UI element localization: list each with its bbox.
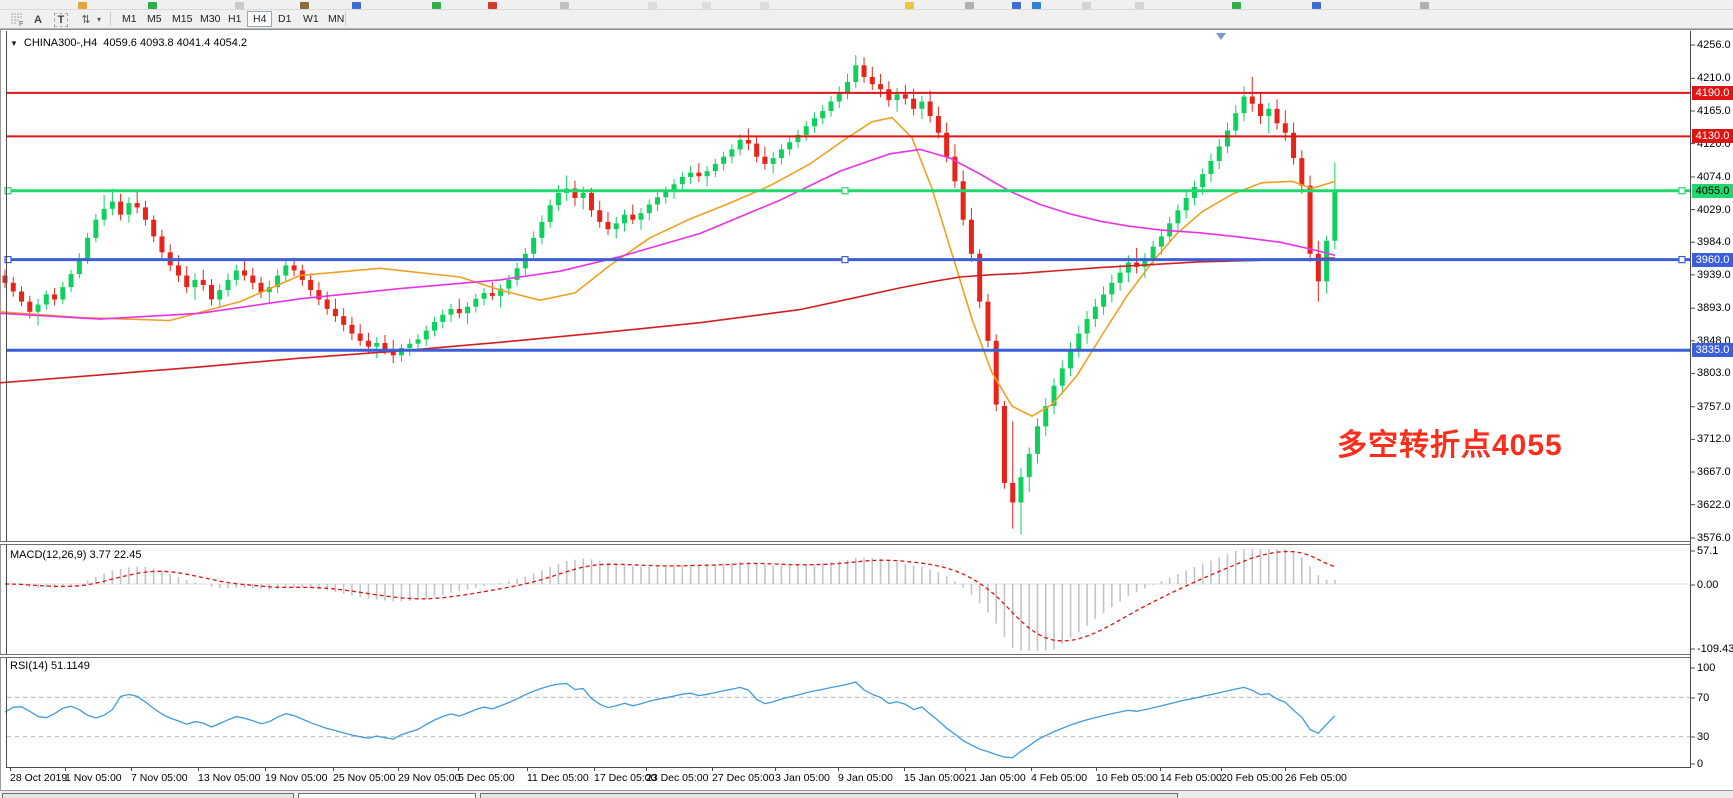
chart-shift-marker-icon[interactable] xyxy=(1216,33,1226,40)
price-tick-label: 4210.0 xyxy=(1697,72,1731,84)
price-tick-label: 3576.0 xyxy=(1697,532,1731,544)
chart-menu-caret-icon[interactable]: ▼ xyxy=(10,39,18,48)
rsi-indicator-label: RSI(14) 51.1149 xyxy=(10,660,90,672)
panel-separator[interactable] xyxy=(0,541,1690,545)
time-tick-label: 7 Nov 05:00 xyxy=(131,772,188,784)
time-tick xyxy=(594,767,595,771)
rsi-tick-label: 30 xyxy=(1697,731,1709,743)
time-tick-label: 26 Feb 05:00 xyxy=(1285,772,1347,784)
price-tag-3960: 3960.0 xyxy=(1692,253,1733,267)
hline-handle[interactable] xyxy=(842,188,848,194)
time-tick-label: 11 Dec 05:00 xyxy=(527,772,589,784)
time-tick-label: 27 Dec 05:00 xyxy=(712,772,774,784)
time-tick xyxy=(398,767,399,771)
time-tick xyxy=(527,767,528,771)
hline-handle[interactable] xyxy=(842,257,848,263)
price-tick-label: 3757.0 xyxy=(1697,401,1731,413)
time-tick xyxy=(1096,767,1097,771)
price-chart-canvas[interactable] xyxy=(0,0,1733,798)
time-tick xyxy=(1285,767,1286,771)
time-tick-label: 23 Dec 05:00 xyxy=(646,772,708,784)
ma-slow-line xyxy=(0,258,1335,383)
time-tick-label: 3 Jan 05:00 xyxy=(775,772,830,784)
price-tick-label: 3622.0 xyxy=(1697,499,1731,511)
time-tick-label: 25 Nov 05:00 xyxy=(333,772,395,784)
price-tick-label: 4165.0 xyxy=(1697,105,1731,117)
rsi-tick-label: 0 xyxy=(1697,758,1703,770)
time-tick xyxy=(265,767,266,771)
price-tick-label: 3939.0 xyxy=(1697,269,1731,281)
time-tick-label: 9 Jan 05:00 xyxy=(838,772,893,784)
price-tick-label: 3712.0 xyxy=(1697,433,1731,445)
rsi-tick-label: 100 xyxy=(1697,662,1715,674)
chart-text-annotation[interactable]: 多空转折点4055 xyxy=(1337,420,1563,464)
workspace-tab-cropped[interactable] xyxy=(480,793,1178,798)
price-tick-label: 4256.0 xyxy=(1697,39,1731,51)
rsi-line xyxy=(5,682,1335,758)
macd-signal-line xyxy=(5,552,1335,642)
bottom-tabs-cropped[interactable] xyxy=(0,790,1733,798)
rsi-tick-label: 70 xyxy=(1697,692,1709,704)
macd-tick-label: -109.43 xyxy=(1697,643,1733,655)
workspace-tab-cropped[interactable] xyxy=(298,793,476,798)
time-tick-label: 14 Feb 05:00 xyxy=(1160,772,1222,784)
time-tick xyxy=(712,767,713,771)
chart-title: ▼ CHINA300-,H4 4059.6 4093.8 4041.4 4054… xyxy=(10,36,247,50)
time-tick-label: 19 Nov 05:00 xyxy=(265,772,327,784)
time-tick xyxy=(965,767,966,771)
hline-handle[interactable] xyxy=(1679,188,1685,194)
time-tick xyxy=(1160,767,1161,771)
time-tick xyxy=(198,767,199,771)
macd-tick-label: 0.00 xyxy=(1697,579,1718,591)
price-tag-4190: 4190.0 xyxy=(1692,86,1733,100)
price-axis-border xyxy=(1690,31,1691,767)
trading-terminal: F A T ⇅ ▾ M1M5M15M30H1H4D1W1MN ▼ CHINA30… xyxy=(0,0,1733,798)
price-tag-3835: 3835.0 xyxy=(1692,343,1733,357)
hline-handle[interactable] xyxy=(1679,257,1685,263)
time-tick xyxy=(333,767,334,771)
price-tick-label: 3984.0 xyxy=(1697,236,1731,248)
price-tick-label: 3803.0 xyxy=(1697,367,1731,379)
price-tag-4055: 4055.0 xyxy=(1692,184,1733,198)
price-tick-label: 3667.0 xyxy=(1697,466,1731,478)
time-tick xyxy=(1221,767,1222,771)
time-tick xyxy=(775,767,776,771)
time-tick xyxy=(65,767,66,771)
workspace-tab-cropped[interactable] xyxy=(2,793,294,798)
macd-indicator-label: MACD(12,26,9) 3.77 22.45 xyxy=(10,549,141,561)
time-tick-label: 29 Nov 05:00 xyxy=(398,772,460,784)
time-tick xyxy=(458,767,459,771)
time-axis-border xyxy=(6,767,1691,768)
time-tick-label: 15 Jan 05:00 xyxy=(904,772,965,784)
symbol-period-label: CHINA300-,H4 xyxy=(24,37,97,49)
price-tick-label: 4029.0 xyxy=(1697,204,1731,216)
time-tick-label: 28 Oct 2019 xyxy=(10,772,67,784)
time-tick xyxy=(1031,767,1032,771)
time-tick-label: 4 Feb 05:00 xyxy=(1031,772,1087,784)
time-tick xyxy=(904,767,905,771)
macd-tick-label: 57.1 xyxy=(1697,545,1718,557)
time-tick-label: 20 Feb 05:00 xyxy=(1221,772,1283,784)
price-tick-label: 4074.0 xyxy=(1697,171,1731,183)
panel-separator[interactable] xyxy=(0,654,1690,658)
time-tick xyxy=(838,767,839,771)
price-tag-4130: 4130.0 xyxy=(1692,129,1733,143)
time-tick-label: 10 Feb 05:00 xyxy=(1096,772,1158,784)
price-tick-label: 3893.0 xyxy=(1697,302,1731,314)
time-tick-label: 5 Dec 05:00 xyxy=(458,772,515,784)
ohlc-values: 4059.6 4093.8 4041.4 4054.2 xyxy=(103,37,247,49)
time-tick-label: 21 Jan 05:00 xyxy=(965,772,1026,784)
time-tick xyxy=(131,767,132,771)
time-tick xyxy=(10,767,11,771)
time-tick-label: 1 Nov 05:00 xyxy=(65,772,122,784)
ma-mid-line xyxy=(0,149,1335,319)
time-tick xyxy=(646,767,647,771)
time-tick-label: 13 Nov 05:00 xyxy=(198,772,260,784)
